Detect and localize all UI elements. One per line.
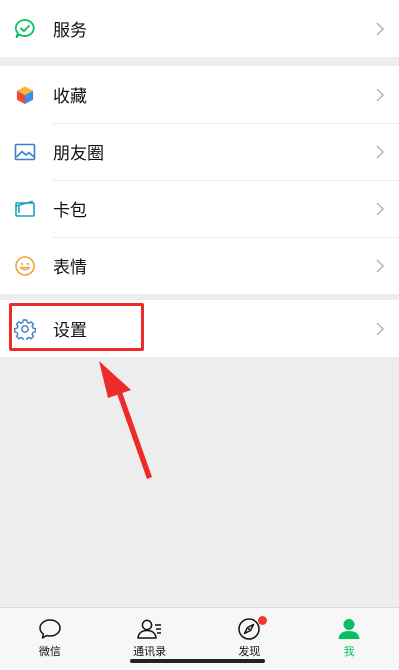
- tab-label-chats: 微信: [38, 645, 61, 658]
- contacts-icon: [136, 619, 161, 639]
- person-icon: [338, 619, 360, 639]
- tab-label-contacts: 通讯录: [133, 645, 167, 658]
- chat-icon: [39, 619, 61, 639]
- home-indicator: [130, 659, 265, 663]
- tab-label-me: 我: [343, 645, 355, 658]
- annotation-arrow: [99, 361, 152, 479]
- tab-label-discover: 发现: [238, 645, 261, 658]
- notification-dot: [257, 616, 267, 625]
- tab-me[interactable]: 我: [299, 608, 399, 670]
- tab-chats[interactable]: 微信: [0, 608, 100, 670]
